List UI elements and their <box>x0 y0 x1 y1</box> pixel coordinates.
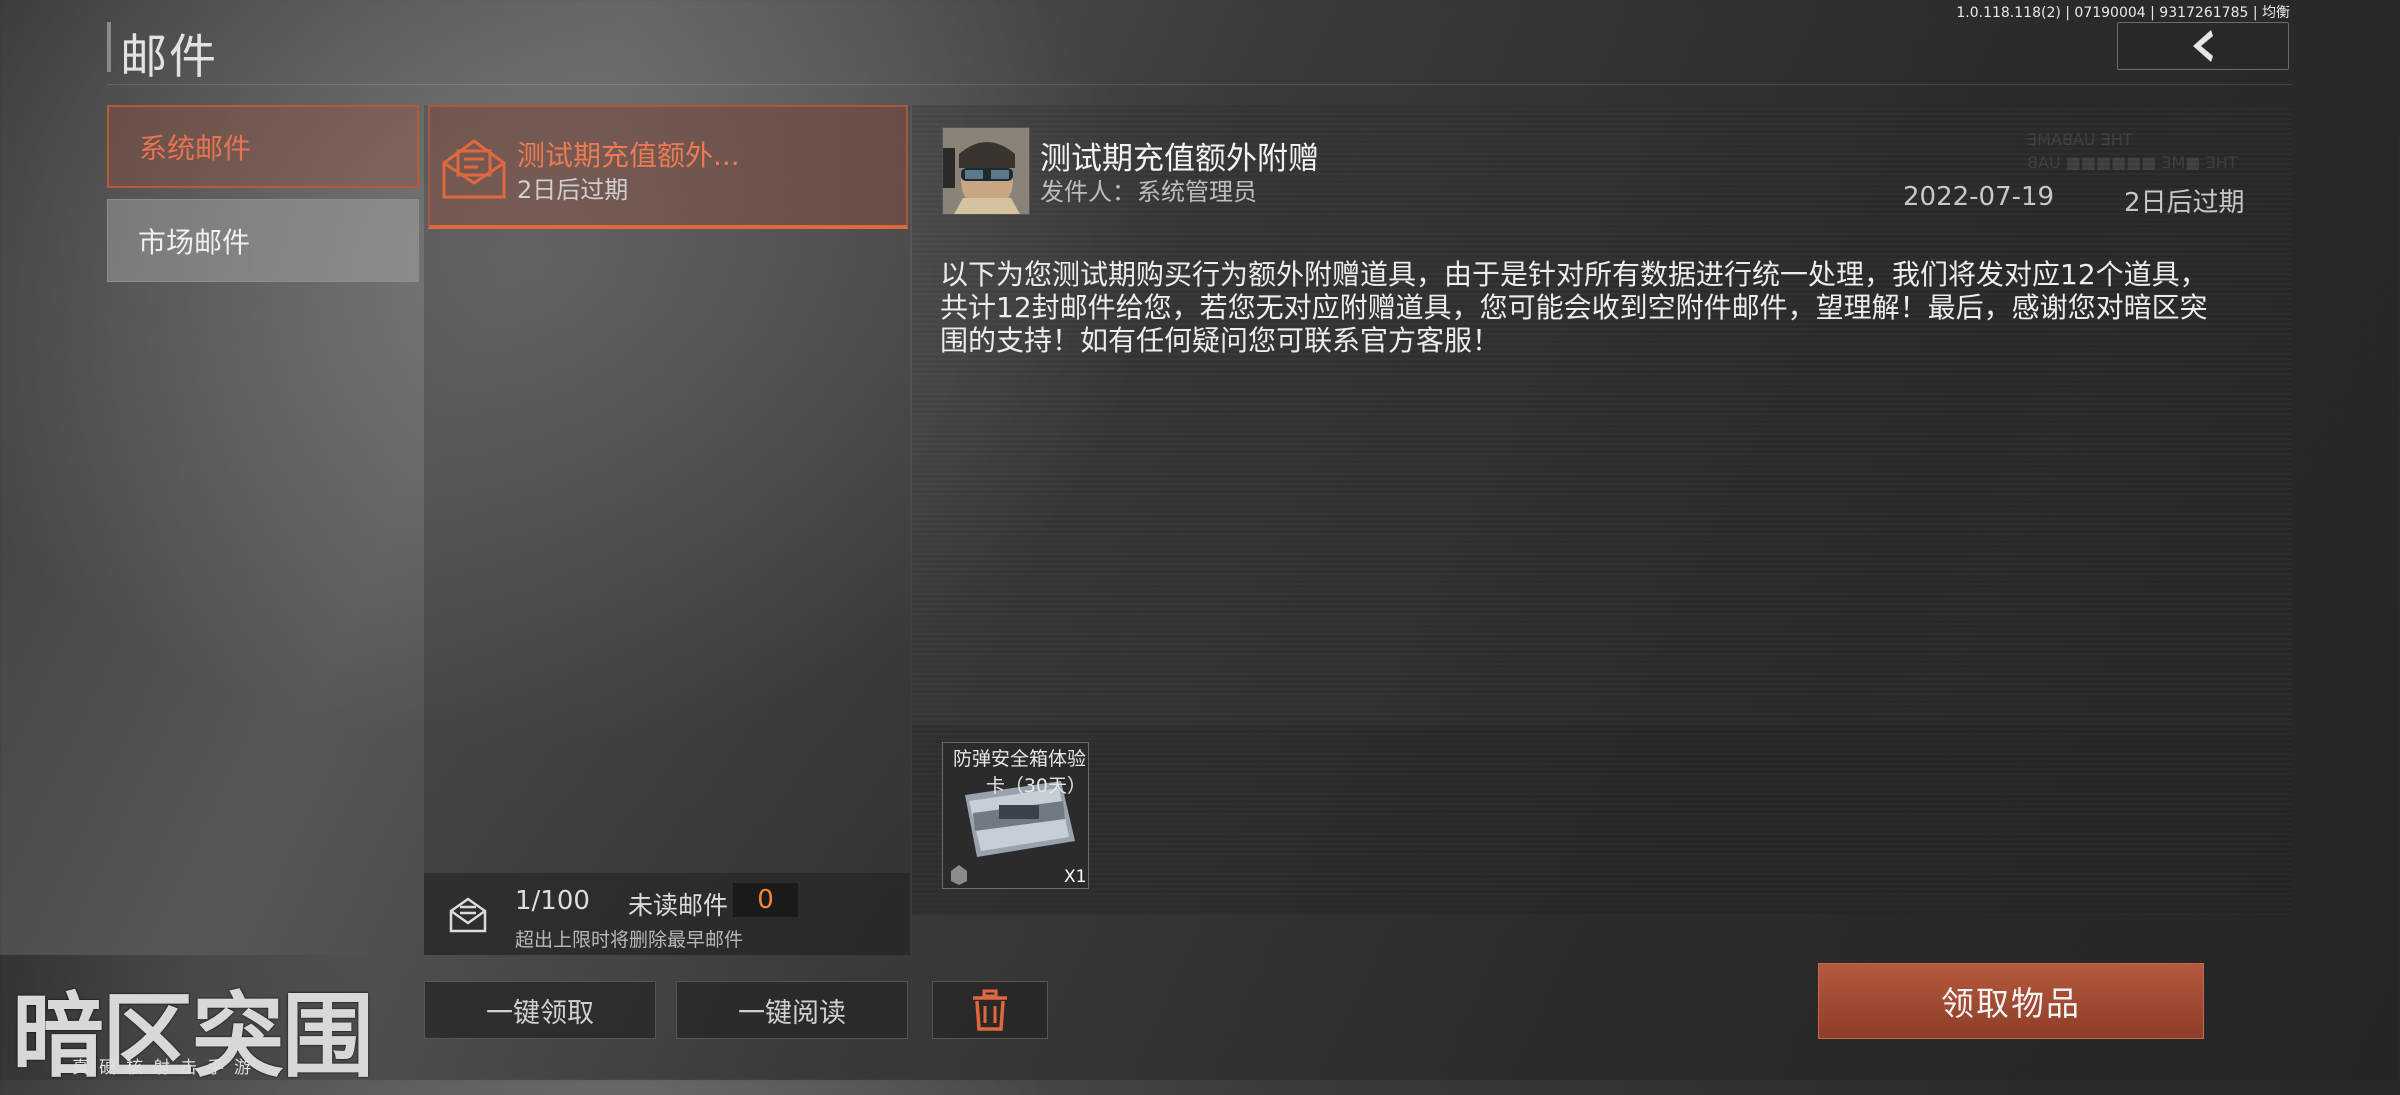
mail-date: 2022-07-19 <box>1903 182 2055 212</box>
logo-subtitle: 真硬核射击手游 <box>72 1058 261 1078</box>
mail-count: 1/100 <box>515 886 590 916</box>
attachment-item-qty: X1 <box>1064 867 1087 887</box>
envelope-open-icon <box>442 139 506 199</box>
tab-system-mail[interactable]: 系统邮件 <box>107 105 419 188</box>
attachment-item-name: 防弹安全箱体验卡（30天） <box>952 748 1086 797</box>
limit-note: 超出上限时将删除最早邮件 <box>515 929 744 951</box>
mailbox-icon <box>449 897 487 933</box>
trash-icon <box>973 989 1007 1031</box>
version-info: 1.0.118.118(2) | 07190004 | 9317261785 |… <box>1956 5 2290 21</box>
attachment-area <box>912 725 2292 915</box>
back-arrow-icon <box>2193 30 2213 62</box>
unread-count: 0 <box>733 883 798 917</box>
claim-all-button[interactable]: 一键领取 <box>424 981 656 1039</box>
claim-items-button[interactable]: 领取物品 <box>1818 963 2204 1039</box>
mail-item-title: 测试期充值额外... <box>517 139 740 172</box>
sender-avatar <box>942 127 1030 215</box>
page-title: 邮件 <box>120 30 218 85</box>
header-divider <box>107 84 2292 85</box>
sender-name: 系统管理员 <box>1137 178 1257 206</box>
mail-list-panel <box>424 105 910 955</box>
sender-label: 发件人： <box>1040 178 1136 206</box>
title-accent-bar <box>107 22 111 72</box>
tab-market-mail[interactable]: 市场邮件 <box>107 199 419 282</box>
unread-label: 未读邮件 <box>628 891 729 920</box>
delete-button[interactable] <box>932 981 1048 1039</box>
mail-body: 以下为您测试期购买行为额外附赠道具，由于是针对所有数据进行统一处理，我们将发对应… <box>940 258 2208 357</box>
read-all-button[interactable]: 一键阅读 <box>676 981 908 1039</box>
mail-item-expire: 2日后过期 <box>517 176 629 204</box>
mirrored-watermark: THE UABAME THE ■ME ■■■■■■ UAB <box>2027 130 2238 172</box>
back-button[interactable] <box>2117 22 2289 70</box>
mail-expire: 2日后过期 <box>2124 188 2245 218</box>
